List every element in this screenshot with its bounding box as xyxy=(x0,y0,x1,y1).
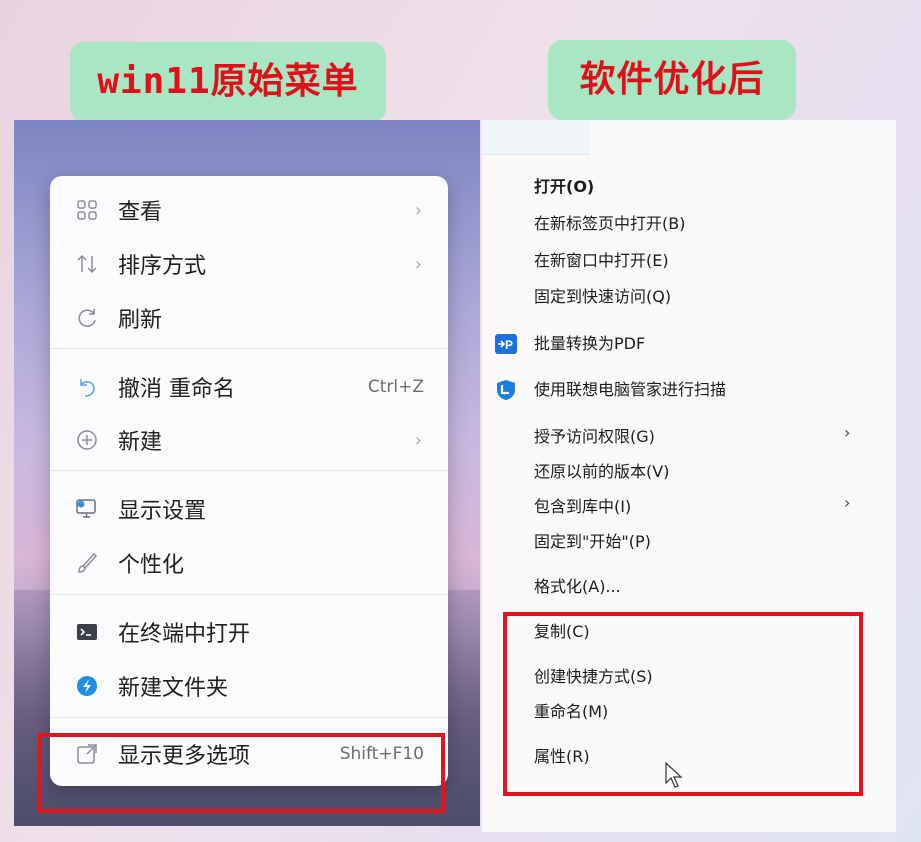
explorer-window-edge xyxy=(482,120,590,155)
optimized-menu-title: 软件优化后 xyxy=(548,40,796,120)
new-plus-icon xyxy=(74,427,100,453)
menu-item-label: 在终端中打开 xyxy=(118,622,251,647)
menu-item-label: 新建文件夹 xyxy=(118,676,229,701)
menu-item-display-settings[interactable]: 显示设置 xyxy=(50,486,448,532)
menu-item-label: 显示设置 xyxy=(118,499,207,524)
win11-original-menu-title: win11原始菜单 xyxy=(70,42,386,122)
menu-item-open-new-window[interactable]: 在新窗口中打开(E) xyxy=(534,249,669,273)
menu-item-batch-pdf[interactable]: 批量转换为PDF xyxy=(534,332,645,356)
chevron-right-icon: › xyxy=(414,199,422,221)
chevron-right-icon: › xyxy=(414,429,422,451)
refresh-icon xyxy=(74,305,100,331)
win11-context-menu: 查看 › 排序方式 › 刷新 撤消 重命名 Ctrl+Z 新建 › 显示设置 个… xyxy=(50,176,448,786)
highlight-box-optimized-items xyxy=(503,612,863,796)
menu-item-label: 新建 xyxy=(118,430,163,455)
menu-item-format[interactable]: 格式化(A)... xyxy=(534,575,621,599)
chevron-right-icon: › xyxy=(844,423,851,442)
menu-item-personalize[interactable]: 个性化 xyxy=(50,540,448,586)
menu-item-label: 查看 xyxy=(118,200,163,225)
menu-item-undo-rename[interactable]: 撤消 重命名 Ctrl+Z xyxy=(50,364,448,410)
menu-divider xyxy=(50,348,448,349)
menu-item-restore-versions[interactable]: 还原以前的版本(V) xyxy=(534,460,669,484)
pdf-convert-icon: P xyxy=(494,332,518,356)
grid-view-icon xyxy=(74,197,100,223)
shortcut-text: Ctrl+Z xyxy=(367,377,424,397)
menu-item-open-new-tab[interactable]: 在新标签页中打开(B) xyxy=(534,212,685,236)
menu-item-lenovo-scan[interactable]: 使用联想电脑管家进行扫描 xyxy=(534,378,726,402)
menu-item-label: 个性化 xyxy=(118,553,185,578)
svg-text:P: P xyxy=(505,338,513,352)
menu-item-open-in-terminal[interactable]: 在终端中打开 xyxy=(50,609,448,655)
menu-item-pin-quick-access[interactable]: 固定到快速访问(Q) xyxy=(534,285,671,309)
menu-item-new-folder[interactable]: 新建文件夹 xyxy=(50,663,448,709)
mouse-cursor-icon xyxy=(665,761,683,792)
highlight-box-show-more xyxy=(38,733,445,813)
menu-item-new[interactable]: 新建 › xyxy=(50,417,448,463)
chevron-right-icon: › xyxy=(844,493,851,512)
menu-item-view[interactable]: 查看 › xyxy=(50,187,448,233)
menu-item-grant-access[interactable]: 授予访问权限(G) xyxy=(534,425,655,449)
sort-arrows-icon xyxy=(74,251,100,277)
chevron-right-icon: › xyxy=(414,253,422,275)
menu-item-label: 撤消 重命名 xyxy=(118,377,235,402)
menu-item-label: 刷新 xyxy=(118,308,163,333)
menu-item-sort-by[interactable]: 排序方式 › xyxy=(50,241,448,287)
menu-divider xyxy=(50,470,448,471)
new-folder-app-icon xyxy=(74,673,100,699)
terminal-icon xyxy=(74,619,100,645)
menu-item-open[interactable]: 打开(O) xyxy=(534,175,594,199)
display-settings-icon xyxy=(74,496,100,522)
brush-icon xyxy=(74,550,100,576)
menu-item-pin-to-start[interactable]: 固定到"开始"(P) xyxy=(534,530,651,554)
menu-item-refresh[interactable]: 刷新 xyxy=(50,295,448,341)
menu-divider xyxy=(50,717,448,718)
menu-divider xyxy=(50,594,448,595)
lenovo-scan-icon xyxy=(494,378,518,402)
menu-item-include-in-library[interactable]: 包含到库中(I) xyxy=(534,495,631,519)
undo-icon xyxy=(74,374,100,400)
menu-item-label: 排序方式 xyxy=(118,254,207,279)
